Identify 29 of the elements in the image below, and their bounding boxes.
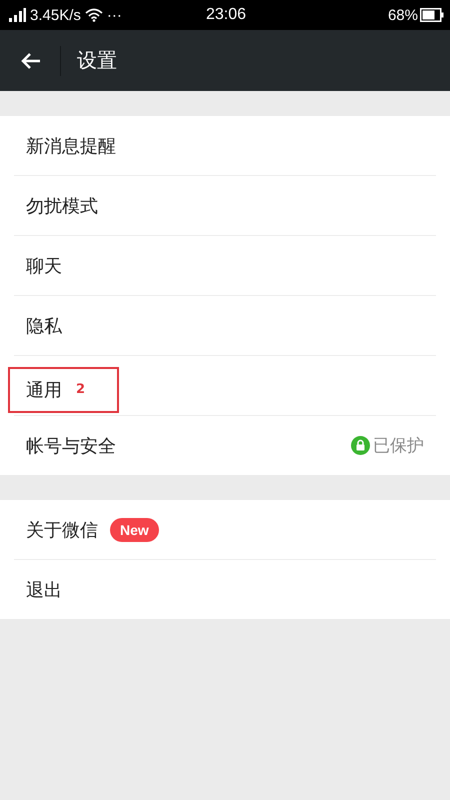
clock: 23:06 [206,6,246,24]
item-label: 帐号与安全 [26,434,116,458]
status-text: 已保护 [373,435,424,457]
battery-percent: 68% [388,6,418,24]
settings-item[interactable]: 退出 [0,560,450,619]
more-indicator: ··· [106,6,122,24]
settings-item[interactable]: 新消息提醒 [0,116,450,175]
settings-item[interactable]: 通用 2 [0,356,450,415]
signal-icon [8,8,26,22]
item-label: 聊天 [26,254,62,278]
network-speed: 3.45K/s [30,6,81,24]
wifi-icon [84,8,103,22]
new-badge: New [110,518,159,542]
annotation-number: 2 [76,382,86,397]
item-label: 关于微信 [26,518,98,542]
item-label: 退出 [26,578,62,602]
lock-icon [351,436,370,455]
settings-item[interactable]: 帐号与安全 已保护 [0,416,450,475]
settings-item[interactable]: 关于微信 New [0,500,450,559]
item-label: 通用 [26,378,62,402]
page-title: 设置 [77,47,117,74]
back-arrow-icon [20,52,42,70]
item-label: 新消息提醒 [26,134,116,158]
settings-item[interactable]: 勿扰模式 [0,176,450,235]
settings-item[interactable]: 聊天 [0,236,450,295]
item-label: 勿扰模式 [26,194,98,218]
settings-item[interactable]: 隐私 [0,296,450,355]
item-label: 隐私 [26,314,62,338]
battery-icon [420,8,444,22]
